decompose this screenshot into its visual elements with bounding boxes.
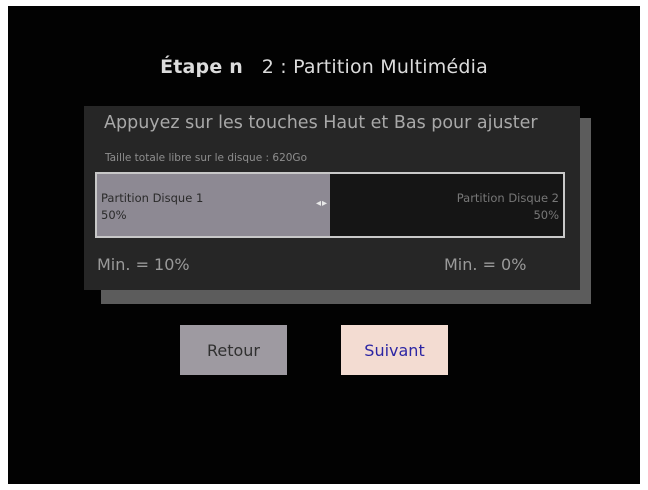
partition-disk-1-percent: 50% — [101, 208, 127, 222]
partition-disk-1-name: Partition Disque 1 — [101, 191, 204, 205]
back-button[interactable]: Retour — [180, 325, 287, 375]
partition-disk-2: Partition Disque 2 50% — [330, 174, 563, 236]
partition-disk-1: Partition Disque 1 50% — [97, 174, 330, 236]
partition-slider[interactable]: Partition Disque 1 50% Partition Disque … — [95, 172, 565, 238]
adjust-arrows-icon[interactable]: ◂▸ — [316, 198, 328, 209]
partition-disk-2-label: Partition Disque 2 50% — [457, 190, 559, 224]
partition-disk-2-percent: 50% — [533, 208, 559, 222]
step-title: 2 : Partition Multimédia — [261, 56, 488, 78]
page-title: Étape n 2 : Partition Multimédia — [0, 56, 648, 78]
instruction-text: Appuyez sur les touches Haut et Bas pour… — [104, 113, 538, 133]
partition-disk-1-label: Partition Disque 1 50% — [101, 190, 203, 224]
free-size-text: Taille totale libre sur le disque : 620G… — [105, 152, 307, 164]
step-label: Étape n — [160, 56, 243, 78]
min-disk-1: Min. = 10% — [97, 255, 190, 274]
min-disk-2: Min. = 0% — [444, 255, 527, 274]
next-button[interactable]: Suivant — [341, 325, 448, 375]
partition-disk-2-name: Partition Disque 2 — [456, 191, 559, 205]
